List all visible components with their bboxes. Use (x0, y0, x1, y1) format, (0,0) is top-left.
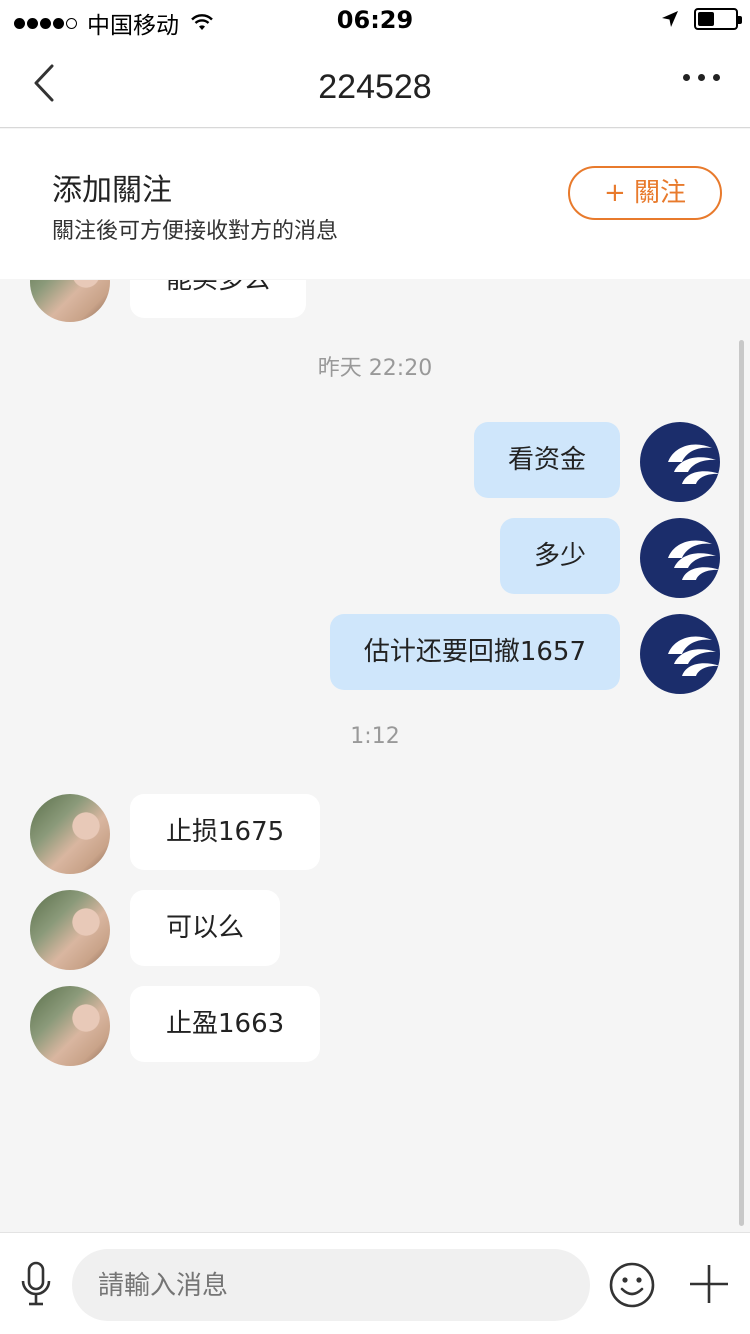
smiley-icon[interactable] (608, 1261, 656, 1309)
brand-wave-icon (668, 540, 720, 580)
received-message-bubble[interactable]: 能买多么 (130, 280, 307, 318)
chat-screen: 中国移动 06:29 224528 添加關注 關注後可方便接收對方的消息 + 關… (0, 0, 750, 1334)
brand-wave-icon (668, 636, 720, 676)
avatar[interactable] (640, 518, 720, 598)
received-message-bubble[interactable]: 止盈1663 (130, 986, 321, 1062)
sent-message-bubble[interactable]: 多少 (499, 518, 620, 594)
message-timestamp: 昨天 22:20 (317, 356, 433, 381)
received-message-bubble[interactable]: 止损1675 (130, 794, 321, 870)
location-arrow-icon (662, 11, 678, 27)
status-time: 06:29 (336, 6, 414, 34)
plus-icon[interactable] (688, 1263, 730, 1305)
avatar[interactable] (640, 422, 720, 502)
navigation-bar: 224528 (0, 40, 750, 128)
message-list[interactable]: 能买多么 昨天 22:20 看资金 多少 估计还要回撤1657 1:12 止损1… (0, 280, 750, 1232)
page-title: 224528 (318, 68, 432, 106)
avatar[interactable] (640, 614, 720, 694)
microphone-icon[interactable] (18, 1261, 54, 1309)
follow-banner: 添加關注 關注後可方便接收對方的消息 + 關注 (0, 129, 750, 279)
status-right (660, 8, 742, 30)
more-horizontal-icon[interactable] (675, 74, 720, 81)
brand-wave-icon (668, 444, 720, 484)
follow-button[interactable]: + 關注 (568, 166, 722, 220)
input-bar (0, 1232, 750, 1334)
message-input[interactable] (72, 1249, 590, 1321)
follow-title: 添加關注 (52, 173, 172, 208)
status-bar: 中国移动 06:29 (0, 0, 750, 40)
follow-description: 關注後可方便接收對方的消息 (52, 219, 339, 244)
battery-icon (694, 8, 742, 30)
scrollbar[interactable] (739, 340, 744, 1226)
avatar[interactable] (30, 986, 110, 1066)
message-timestamp: 1:12 (350, 724, 400, 749)
avatar[interactable] (30, 280, 110, 322)
received-message-bubble[interactable]: 可以么 (130, 890, 281, 966)
sent-message-bubble[interactable]: 看资金 (473, 422, 620, 498)
avatar[interactable] (30, 794, 110, 874)
sent-message-bubble[interactable]: 估计还要回撤1657 (329, 614, 620, 690)
avatar[interactable] (30, 890, 110, 970)
